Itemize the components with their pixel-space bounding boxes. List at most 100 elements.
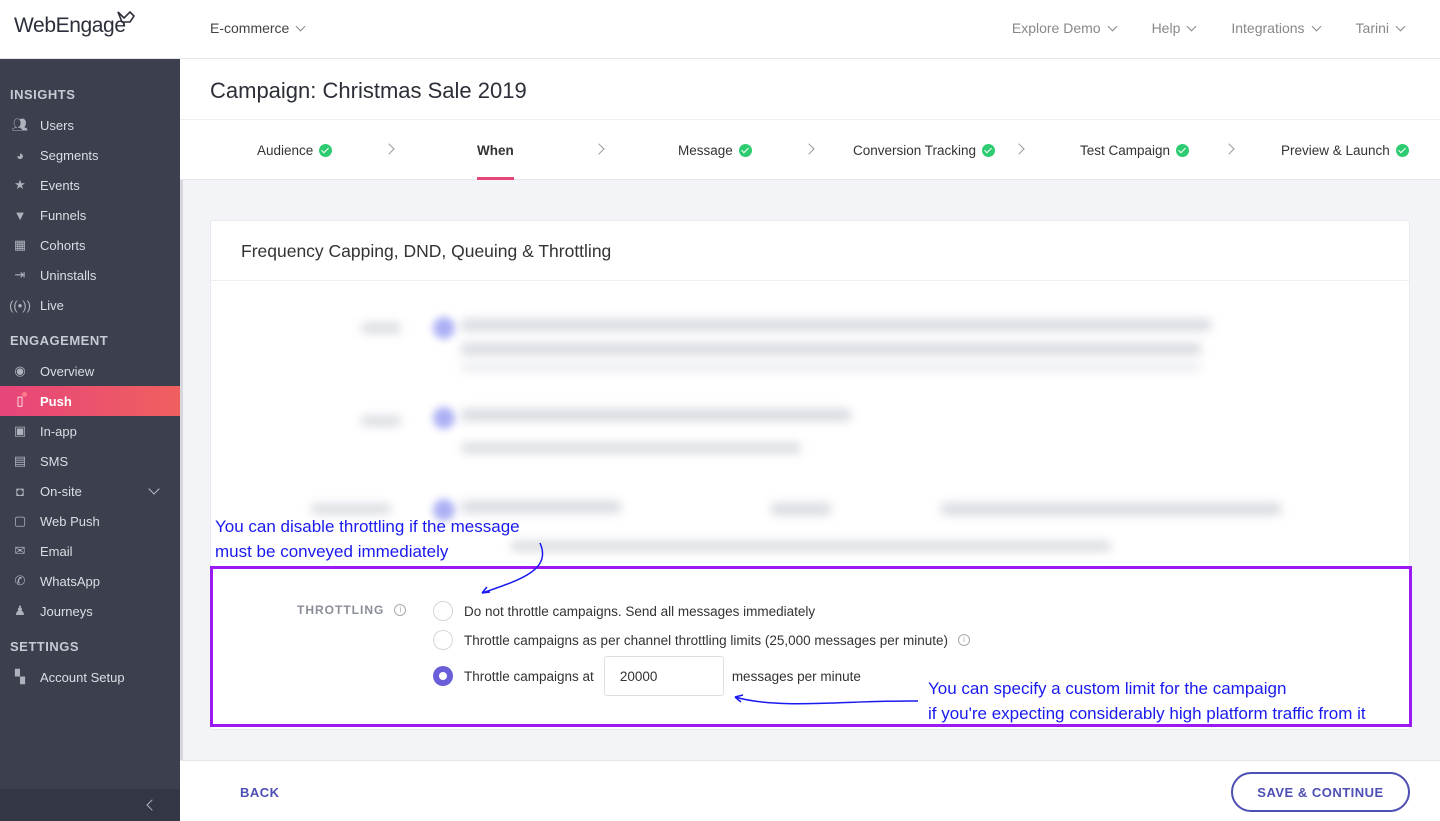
explore-demo-menu[interactable]: Explore Demo [1012, 20, 1118, 36]
page-title: Campaign: Christmas Sale 2019 [210, 78, 527, 103]
chevron-down-icon [295, 21, 306, 31]
sidebar-item-sms[interactable]: ▤ SMS [0, 446, 180, 476]
blurred-text [941, 503, 1281, 515]
blurred-radio [433, 317, 455, 339]
sidebar-item-inapp[interactable]: ▣ In-app [0, 416, 180, 446]
radio-no-throttle[interactable] [433, 601, 453, 621]
info-icon[interactable]: i [957, 634, 970, 646]
pie-icon: ◕ [16, 147, 24, 163]
funnel-icon: ▼ [13, 207, 27, 223]
check-circle-icon [1176, 143, 1190, 157]
webengage-logo[interactable]: WebEngage [14, 10, 136, 38]
sms-icon: ▤ [13, 453, 27, 468]
sidebar-item-events[interactable]: ★ Events [0, 170, 180, 200]
step-when[interactable]: When [477, 120, 514, 180]
blurred-text [461, 363, 1201, 371]
chevron-right-icon [383, 143, 395, 155]
option-label: Throttle campaigns at [464, 668, 594, 684]
sidebar-collapse-button[interactable] [0, 789, 180, 821]
chevron-down-icon [1107, 21, 1118, 31]
option-label: Throttle campaigns as per channel thrott… [464, 632, 948, 648]
sidebar-item-account-setup[interactable]: ▚ Account Setup [0, 662, 180, 692]
radio-channel-throttle[interactable] [433, 630, 453, 650]
blurred-text [461, 409, 851, 421]
project-selector[interactable]: E-commerce [210, 20, 306, 36]
check-circle-icon [1395, 143, 1409, 157]
sidebar-item-users[interactable]: 👥︎ Users [0, 110, 180, 140]
chevron-down-icon[interactable] [148, 483, 160, 495]
check-circle-icon [738, 143, 752, 157]
radio-custom-throttle[interactable] [433, 666, 453, 686]
back-button[interactable]: BACK [240, 785, 280, 800]
sidebar-item-push[interactable]: ▯ Push [0, 386, 180, 416]
option-custom-throttle[interactable]: Throttle campaigns at messages per minut… [433, 656, 861, 696]
campaign-steps: Audience When Message Conversion Trackin… [180, 120, 1440, 180]
mail-icon: ✉ [14, 543, 26, 558]
logo-text: WebEngage [14, 14, 126, 37]
help-menu[interactable]: Help [1152, 20, 1197, 36]
onsite-icon: ◘ [16, 483, 24, 499]
footer: BACK SAVE & CONTINUE [180, 760, 1440, 821]
blurred-label [361, 323, 401, 333]
annotation-custom-limit: You can specify a custom limit for the c… [928, 679, 1366, 723]
blurred-text [461, 501, 621, 513]
blurred-radio [433, 407, 455, 429]
inapp-icon: ▣ [13, 423, 27, 438]
broadcast-icon: ((•)) [9, 297, 31, 313]
step-audience[interactable]: Audience [257, 120, 333, 180]
section-insights: INSIGHTS [10, 87, 76, 102]
integrations-menu[interactable]: Integrations [1231, 20, 1321, 36]
project-name: E-commerce [210, 20, 290, 36]
option-no-throttle[interactable]: Do not throttle campaigns. Send all mess… [433, 601, 815, 621]
page-header: Campaign: Christmas Sale 2019 [180, 59, 1440, 120]
blurred-text [461, 443, 801, 453]
whatsapp-icon: ✆ [14, 573, 26, 588]
blurred-text [771, 503, 831, 515]
chevron-down-icon [1186, 21, 1197, 31]
blurred-text [511, 541, 1111, 551]
users-icon: 👥︎ [11, 117, 29, 132]
step-message[interactable]: Message [678, 120, 752, 180]
chevron-right-icon [1223, 143, 1235, 155]
chevron-left-icon [146, 799, 158, 811]
webpush-icon: ▢ [13, 513, 27, 528]
user-menu[interactable]: Tarini [1356, 20, 1406, 36]
sidebar-item-overview[interactable]: ◉ Overview [0, 356, 180, 386]
option-channel-throttle[interactable]: Throttle campaigns as per channel thrott… [433, 630, 970, 650]
chevron-right-icon [1013, 143, 1025, 155]
sidebar-item-uninstalls[interactable]: ⇥ Uninstalls [0, 260, 180, 290]
card-title: Frequency Capping, DND, Queuing & Thrott… [211, 221, 1409, 281]
top-nav: Explore Demo Help Integrations Tarini [976, 20, 1406, 36]
sidebar-item-email[interactable]: ✉ Email [0, 536, 180, 566]
journey-icon: ♟ [14, 603, 26, 618]
sidebar-item-funnels[interactable]: ▼ Funnels [0, 200, 180, 230]
sidebar-item-live[interactable]: ((•)) Live [0, 290, 180, 320]
sidebar-item-whatsapp[interactable]: ✆ WhatsApp [0, 566, 180, 596]
sidebar-item-cohorts[interactable]: ▦ Cohorts [0, 230, 180, 260]
sidebar-item-segments[interactable]: ◕ Segments [0, 140, 180, 170]
chevron-right-icon [593, 143, 605, 155]
step-preview-launch[interactable]: Preview & Launch [1281, 120, 1409, 180]
sidebar-item-journeys[interactable]: ♟ Journeys [0, 596, 180, 626]
sidebar: INSIGHTS 👥︎ Users ◕ Segments ★ Events ▼ Funn… [0, 59, 180, 821]
sidebar-item-webpush[interactable]: ▢ Web Push [0, 506, 180, 536]
mobile-icon: ▯ [16, 393, 24, 408]
info-icon[interactable]: i [394, 604, 407, 616]
chevron-right-icon [803, 143, 815, 155]
blurred-label [311, 504, 391, 514]
section-engagement: ENGAGEMENT [10, 333, 109, 348]
eye-icon: ◉ [14, 363, 26, 378]
dashboard-icon: ▚ [15, 669, 25, 684]
option-label: Do not throttle campaigns. Send all mess… [464, 603, 816, 619]
check-circle-icon [319, 143, 333, 157]
step-conversion-tracking[interactable]: Conversion Tracking [853, 120, 996, 180]
throttle-rate-input[interactable] [603, 656, 724, 696]
save-continue-button[interactable]: SAVE & CONTINUE [1231, 772, 1410, 812]
check-circle-icon [982, 143, 996, 157]
step-test-campaign[interactable]: Test Campaign [1080, 120, 1190, 180]
sidebar-item-onsite[interactable]: ◘ On-site [0, 476, 180, 506]
chevron-down-icon [1311, 21, 1321, 31]
content-shadow [180, 180, 183, 760]
throttling-label: THROTTLING i [297, 603, 407, 617]
star-icon: ★ [14, 177, 26, 192]
